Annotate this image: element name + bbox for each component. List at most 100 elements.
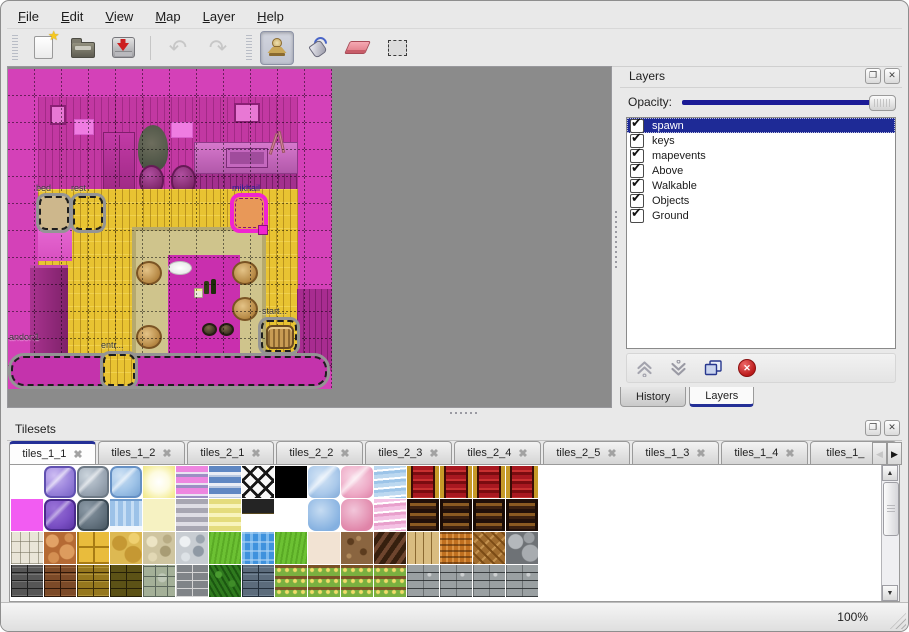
scroll-down-button[interactable]: ▼: [882, 585, 898, 601]
tile-herringbone[interactable]: [473, 532, 505, 564]
tab-close-icon[interactable]: ✖: [162, 447, 171, 460]
tab-close-icon[interactable]: ✖: [696, 447, 705, 460]
tileset-tab-tiles_2_4[interactable]: tiles_2_4✖: [454, 441, 541, 464]
tab-layers[interactable]: Layers: [689, 387, 754, 407]
save-file-button[interactable]: [106, 31, 140, 65]
tile-curtain-brown[interactable]: [407, 499, 439, 531]
menu-view[interactable]: View: [94, 5, 144, 27]
tileset-tab-tiles_2_3[interactable]: tiles_2_3✖: [365, 441, 452, 464]
tileset-tab-tiles_1_1[interactable]: tiles_1_1✖: [9, 441, 96, 464]
stamp-tool-button[interactable]: [260, 31, 294, 65]
tile-stone-planks[interactable]: [506, 565, 538, 597]
tile-grass-flowers[interactable]: [275, 565, 307, 597]
tile-grass-flowers[interactable]: [374, 565, 406, 597]
layer-row-spawn[interactable]: ✔spawn: [627, 118, 895, 133]
tile-pebbles-gray[interactable]: [176, 532, 208, 564]
tab-close-icon[interactable]: ✖: [607, 447, 616, 460]
tile-water[interactable]: [242, 532, 274, 564]
tile-grass-flowers[interactable]: [308, 565, 340, 597]
tile-brick-brown[interactable]: [44, 565, 76, 597]
tile-wave-blue[interactable]: [374, 466, 406, 498]
tile-soft-pink[interactable]: [341, 499, 373, 531]
tile-sand[interactable]: [308, 532, 340, 564]
tile-soft-blue[interactable]: [308, 499, 340, 531]
tile-stone-planks[interactable]: [473, 565, 505, 597]
toolbar-grip-2[interactable]: [246, 35, 252, 61]
tile-weave[interactable]: [440, 532, 472, 564]
map-object-bed[interactable]: [36, 193, 72, 233]
map-canvas[interactable]: bed rest mikhail andor:1 entr... start..…: [8, 69, 332, 389]
tab-close-icon[interactable]: ✖: [429, 447, 438, 460]
tile-pale-yellow[interactable]: [143, 499, 175, 531]
layer-visibility-checkbox[interactable]: ✔: [630, 209, 644, 223]
tileset-tab-tiles_2_1[interactable]: tiles_2_1✖: [187, 441, 274, 464]
raise-layer-icon[interactable]: [635, 360, 654, 377]
tile-gravel-brown[interactable]: [341, 532, 373, 564]
duplicate-layer-icon[interactable]: [703, 359, 723, 377]
tile-curtain-red[interactable]: [407, 466, 439, 498]
tile-curtain-brown[interactable]: [506, 499, 538, 531]
tile-white[interactable]: [11, 466, 43, 498]
tile-stripes-gray[interactable]: [176, 499, 208, 531]
map-object-entr[interactable]: [100, 351, 138, 389]
vertical-splitter[interactable]: [612, 66, 620, 408]
tab-close-icon[interactable]: ✖: [518, 447, 527, 460]
scroll-tabs-right-button[interactable]: ▶: [887, 442, 902, 465]
tile-glow[interactable]: [143, 466, 175, 498]
scroll-up-button[interactable]: ▲: [882, 465, 898, 481]
menu-help[interactable]: Help: [246, 5, 295, 27]
tile-brick-dark[interactable]: [11, 565, 43, 597]
tile-stone-white[interactable]: [11, 532, 43, 564]
tile-brick-gray[interactable]: [176, 565, 208, 597]
delete-layer-button[interactable]: ✕: [738, 359, 756, 377]
tile-stone-planks[interactable]: [440, 565, 472, 597]
tile-magenta[interactable]: [11, 499, 43, 531]
tile-hedge[interactable]: [209, 565, 241, 597]
tileset-tab-tiles_1_4[interactable]: tiles_1_4✖: [721, 441, 808, 464]
menu-layer[interactable]: Layer: [192, 5, 247, 27]
redo-button[interactable]: ↷: [201, 31, 235, 65]
tile-curtain-red[interactable]: [506, 466, 538, 498]
tile-wave-pink[interactable]: [374, 499, 406, 531]
layer-row-Walkable[interactable]: ✔Walkable: [627, 178, 895, 193]
open-file-button[interactable]: [66, 31, 100, 65]
tile-white[interactable]: [275, 499, 307, 531]
tileset-tab-tiles_2_2[interactable]: tiles_2_2✖: [276, 441, 363, 464]
tile-pebbles-beige[interactable]: [143, 532, 175, 564]
menu-map[interactable]: Map: [144, 5, 191, 27]
tile-grass-flowers[interactable]: [341, 565, 373, 597]
horizontal-splitter[interactable]: [7, 408, 902, 418]
map-view[interactable]: bed rest mikhail andor:1 entr... start..…: [7, 66, 612, 408]
fill-tool-button[interactable]: [300, 31, 334, 65]
tileset-tab-tiles_2_5[interactable]: tiles_2_5✖: [543, 441, 630, 464]
eraser-tool-button[interactable]: [340, 31, 374, 65]
menu-edit[interactable]: Edit: [50, 5, 94, 27]
tab-close-icon[interactable]: ✖: [251, 447, 260, 460]
map-object-andor[interactable]: [8, 353, 330, 389]
tile-planks-light[interactable]: [407, 532, 439, 564]
float-dock-button[interactable]: ❐: [865, 68, 881, 84]
layer-row-Above[interactable]: ✔Above: [627, 163, 895, 178]
layer-row-mapevents[interactable]: ✔mapevents: [627, 148, 895, 163]
tile-tiles-yellow[interactable]: [77, 532, 109, 564]
tile-path-yellow[interactable]: [110, 532, 142, 564]
tile-shelf-dark[interactable]: [242, 499, 274, 531]
toolbar-grip[interactable]: [12, 35, 18, 61]
close-tilesets-button[interactable]: ✕: [884, 420, 900, 436]
tile-curtain-brown[interactable]: [473, 499, 505, 531]
tile-black[interactable]: [275, 466, 307, 498]
tile-cobble-orange[interactable]: [44, 532, 76, 564]
tab-history[interactable]: History: [620, 387, 686, 407]
tile-brick-gold[interactable]: [77, 565, 109, 597]
lower-layer-icon[interactable]: [669, 360, 688, 377]
tile-curtain-red[interactable]: [440, 466, 472, 498]
opacity-slider-handle[interactable]: [869, 95, 896, 111]
tile-brick-olive[interactable]: [110, 565, 142, 597]
tile-glass-gray-dark[interactable]: [77, 499, 109, 531]
tile-stripes-yellow[interactable]: [209, 499, 241, 531]
map-object-rest[interactable]: [70, 193, 106, 233]
float-tilesets-button[interactable]: ❐: [865, 420, 881, 436]
tile-glass-blue2[interactable]: [308, 466, 340, 498]
tab-close-icon[interactable]: ✖: [340, 447, 349, 460]
tile-cobble-gray[interactable]: [506, 532, 538, 564]
